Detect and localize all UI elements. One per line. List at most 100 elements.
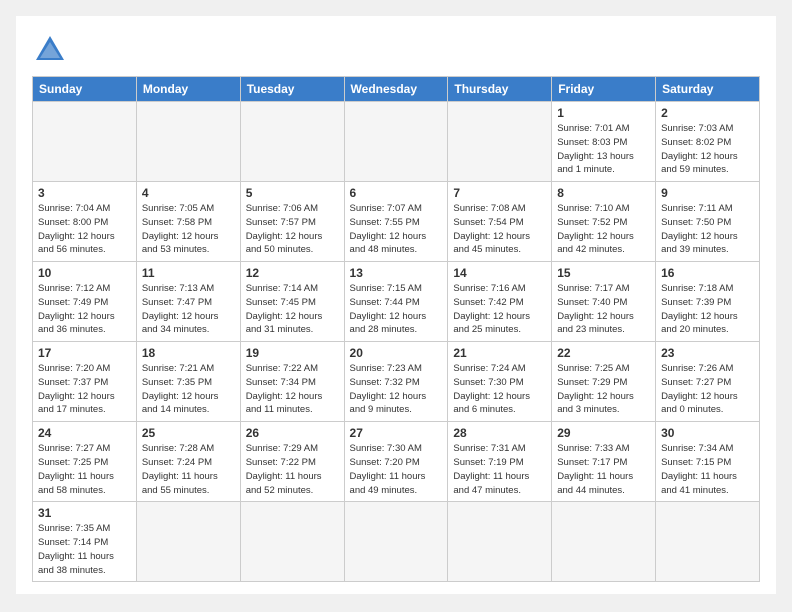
sun-info: Sunrise: 7:24 AM Sunset: 7:30 PM Dayligh… (453, 362, 546, 417)
calendar-table: SundayMondayTuesdayWednesdayThursdayFrid… (32, 76, 760, 582)
calendar-cell (344, 102, 448, 182)
day-number: 17 (38, 346, 131, 360)
sun-info: Sunrise: 7:34 AM Sunset: 7:15 PM Dayligh… (661, 442, 754, 497)
calendar-cell: 4 Sunrise: 7:05 AM Sunset: 7:58 PM Daylig… (136, 182, 240, 262)
sun-info: Sunrise: 7:08 AM Sunset: 7:54 PM Dayligh… (453, 202, 546, 257)
sun-info: Sunrise: 7:25 AM Sunset: 7:29 PM Dayligh… (557, 362, 650, 417)
calendar-cell: 18Sunrise: 7:21 AM Sunset: 7:35 PM Dayli… (136, 342, 240, 422)
calendar-cell (240, 102, 344, 182)
calendar-cell: 11Sunrise: 7:13 AM Sunset: 7:47 PM Dayli… (136, 262, 240, 342)
sun-info: Sunrise: 7:23 AM Sunset: 7:32 PM Dayligh… (350, 362, 443, 417)
day-number: 12 (246, 266, 339, 280)
day-number: 10 (38, 266, 131, 280)
calendar-cell: 19 Sunrise: 7:22 AM Sunset: 7:34 PM Dayli… (240, 342, 344, 422)
calendar-cell (552, 502, 656, 582)
calendar-cell: 10 Sunrise: 7:12 AM Sunset: 7:49 PM Dayli… (33, 262, 137, 342)
day-number: 2 (661, 106, 754, 120)
calendar-cell: 13Sunrise: 7:15 AM Sunset: 7:44 PM Dayli… (344, 262, 448, 342)
calendar-week-row: 1 Sunrise: 7:01 AM Sunset: 8:03 PM Daylig… (33, 102, 760, 182)
calendar-cell: 28Sunrise: 7:31 AM Sunset: 7:19 PM Dayli… (448, 422, 552, 502)
calendar-cell: 7 Sunrise: 7:08 AM Sunset: 7:54 PM Daylig… (448, 182, 552, 262)
sun-info: Sunrise: 7:22 AM Sunset: 7:34 PM Dayligh… (246, 362, 339, 417)
day-number: 4 (142, 186, 235, 200)
calendar-cell: 9Sunrise: 7:11 AM Sunset: 7:50 PM Daylig… (656, 182, 760, 262)
day-number: 16 (661, 266, 754, 280)
day-number: 26 (246, 426, 339, 440)
sun-info: Sunrise: 7:20 AM Sunset: 7:37 PM Dayligh… (38, 362, 131, 417)
calendar-cell: 1 Sunrise: 7:01 AM Sunset: 8:03 PM Daylig… (552, 102, 656, 182)
calendar-cell: 14Sunrise: 7:16 AM Sunset: 7:42 PM Dayli… (448, 262, 552, 342)
day-number: 24 (38, 426, 131, 440)
weekday-header: Tuesday (240, 77, 344, 102)
sun-info: Sunrise: 7:06 AM Sunset: 7:57 PM Dayligh… (246, 202, 339, 257)
sun-info: Sunrise: 7:28 AM Sunset: 7:24 PM Dayligh… (142, 442, 235, 497)
header (32, 32, 760, 68)
sun-info: Sunrise: 7:30 AM Sunset: 7:20 PM Dayligh… (350, 442, 443, 497)
day-number: 20 (350, 346, 443, 360)
day-number: 3 (38, 186, 131, 200)
day-number: 14 (453, 266, 546, 280)
calendar-cell: 24 Sunrise: 7:27 AM Sunset: 7:25 PM Dayli… (33, 422, 137, 502)
calendar-cell: 31Sunrise: 7:35 AM Sunset: 7:14 PM Dayli… (33, 502, 137, 582)
day-number: 5 (246, 186, 339, 200)
calendar-cell (448, 502, 552, 582)
day-number: 27 (350, 426, 443, 440)
calendar-cell: 27 Sunrise: 7:30 AM Sunset: 7:20 PM Dayli… (344, 422, 448, 502)
weekday-header: Sunday (33, 77, 137, 102)
day-number: 6 (350, 186, 443, 200)
sun-info: Sunrise: 7:35 AM Sunset: 7:14 PM Dayligh… (38, 522, 131, 577)
calendar-cell (136, 502, 240, 582)
calendar-cell: 12 Sunrise: 7:14 AM Sunset: 7:45 PM Dayli… (240, 262, 344, 342)
sun-info: Sunrise: 7:01 AM Sunset: 8:03 PM Dayligh… (557, 122, 650, 177)
calendar-cell (448, 102, 552, 182)
day-number: 28 (453, 426, 546, 440)
calendar-cell: 20 Sunrise: 7:23 AM Sunset: 7:32 PM Dayli… (344, 342, 448, 422)
calendar-cell: 15Sunrise: 7:17 AM Sunset: 7:40 PM Dayli… (552, 262, 656, 342)
sun-info: Sunrise: 7:27 AM Sunset: 7:25 PM Dayligh… (38, 442, 131, 497)
weekday-header-row: SundayMondayTuesdayWednesdayThursdayFrid… (33, 77, 760, 102)
weekday-header: Wednesday (344, 77, 448, 102)
calendar-cell: 17 Sunrise: 7:20 AM Sunset: 7:37 PM Dayli… (33, 342, 137, 422)
calendar-cell (344, 502, 448, 582)
sun-info: Sunrise: 7:29 AM Sunset: 7:22 PM Dayligh… (246, 442, 339, 497)
calendar-cell: 5 Sunrise: 7:06 AM Sunset: 7:57 PM Daylig… (240, 182, 344, 262)
sun-info: Sunrise: 7:11 AM Sunset: 7:50 PM Dayligh… (661, 202, 754, 257)
weekday-header: Monday (136, 77, 240, 102)
calendar-cell: 23Sunrise: 7:26 AM Sunset: 7:27 PM Dayli… (656, 342, 760, 422)
day-number: 18 (142, 346, 235, 360)
weekday-header: Thursday (448, 77, 552, 102)
calendar-cell: 6Sunrise: 7:07 AM Sunset: 7:55 PM Daylig… (344, 182, 448, 262)
sun-info: Sunrise: 7:14 AM Sunset: 7:45 PM Dayligh… (246, 282, 339, 337)
logo (32, 32, 74, 68)
day-number: 1 (557, 106, 650, 120)
calendar-cell: 3 Sunrise: 7:04 AM Sunset: 8:00 PM Daylig… (33, 182, 137, 262)
day-number: 21 (453, 346, 546, 360)
calendar-cell: 8 Sunrise: 7:10 AM Sunset: 7:52 PM Daylig… (552, 182, 656, 262)
sun-info: Sunrise: 7:17 AM Sunset: 7:40 PM Dayligh… (557, 282, 650, 337)
calendar-cell: 25Sunrise: 7:28 AM Sunset: 7:24 PM Dayli… (136, 422, 240, 502)
sun-info: Sunrise: 7:12 AM Sunset: 7:49 PM Dayligh… (38, 282, 131, 337)
sun-info: Sunrise: 7:10 AM Sunset: 7:52 PM Dayligh… (557, 202, 650, 257)
day-number: 29 (557, 426, 650, 440)
calendar-week-row: 17 Sunrise: 7:20 AM Sunset: 7:37 PM Dayli… (33, 342, 760, 422)
sun-info: Sunrise: 7:15 AM Sunset: 7:44 PM Dayligh… (350, 282, 443, 337)
calendar-page: SundayMondayTuesdayWednesdayThursdayFrid… (16, 16, 776, 594)
day-number: 22 (557, 346, 650, 360)
day-number: 19 (246, 346, 339, 360)
calendar-week-row: 31Sunrise: 7:35 AM Sunset: 7:14 PM Dayli… (33, 502, 760, 582)
sun-info: Sunrise: 7:03 AM Sunset: 8:02 PM Dayligh… (661, 122, 754, 177)
sun-info: Sunrise: 7:04 AM Sunset: 8:00 PM Dayligh… (38, 202, 131, 257)
sun-info: Sunrise: 7:05 AM Sunset: 7:58 PM Dayligh… (142, 202, 235, 257)
calendar-cell (240, 502, 344, 582)
calendar-cell: 21 Sunrise: 7:24 AM Sunset: 7:30 PM Dayli… (448, 342, 552, 422)
calendar-week-row: 3 Sunrise: 7:04 AM Sunset: 8:00 PM Daylig… (33, 182, 760, 262)
calendar-cell: 26 Sunrise: 7:29 AM Sunset: 7:22 PM Dayli… (240, 422, 344, 502)
calendar-cell: 2 Sunrise: 7:03 AM Sunset: 8:02 PM Daylig… (656, 102, 760, 182)
calendar-cell: 22 Sunrise: 7:25 AM Sunset: 7:29 PM Dayli… (552, 342, 656, 422)
day-number: 8 (557, 186, 650, 200)
calendar-week-row: 24 Sunrise: 7:27 AM Sunset: 7:25 PM Dayli… (33, 422, 760, 502)
day-number: 30 (661, 426, 754, 440)
sun-info: Sunrise: 7:18 AM Sunset: 7:39 PM Dayligh… (661, 282, 754, 337)
day-number: 7 (453, 186, 546, 200)
sun-info: Sunrise: 7:33 AM Sunset: 7:17 PM Dayligh… (557, 442, 650, 497)
